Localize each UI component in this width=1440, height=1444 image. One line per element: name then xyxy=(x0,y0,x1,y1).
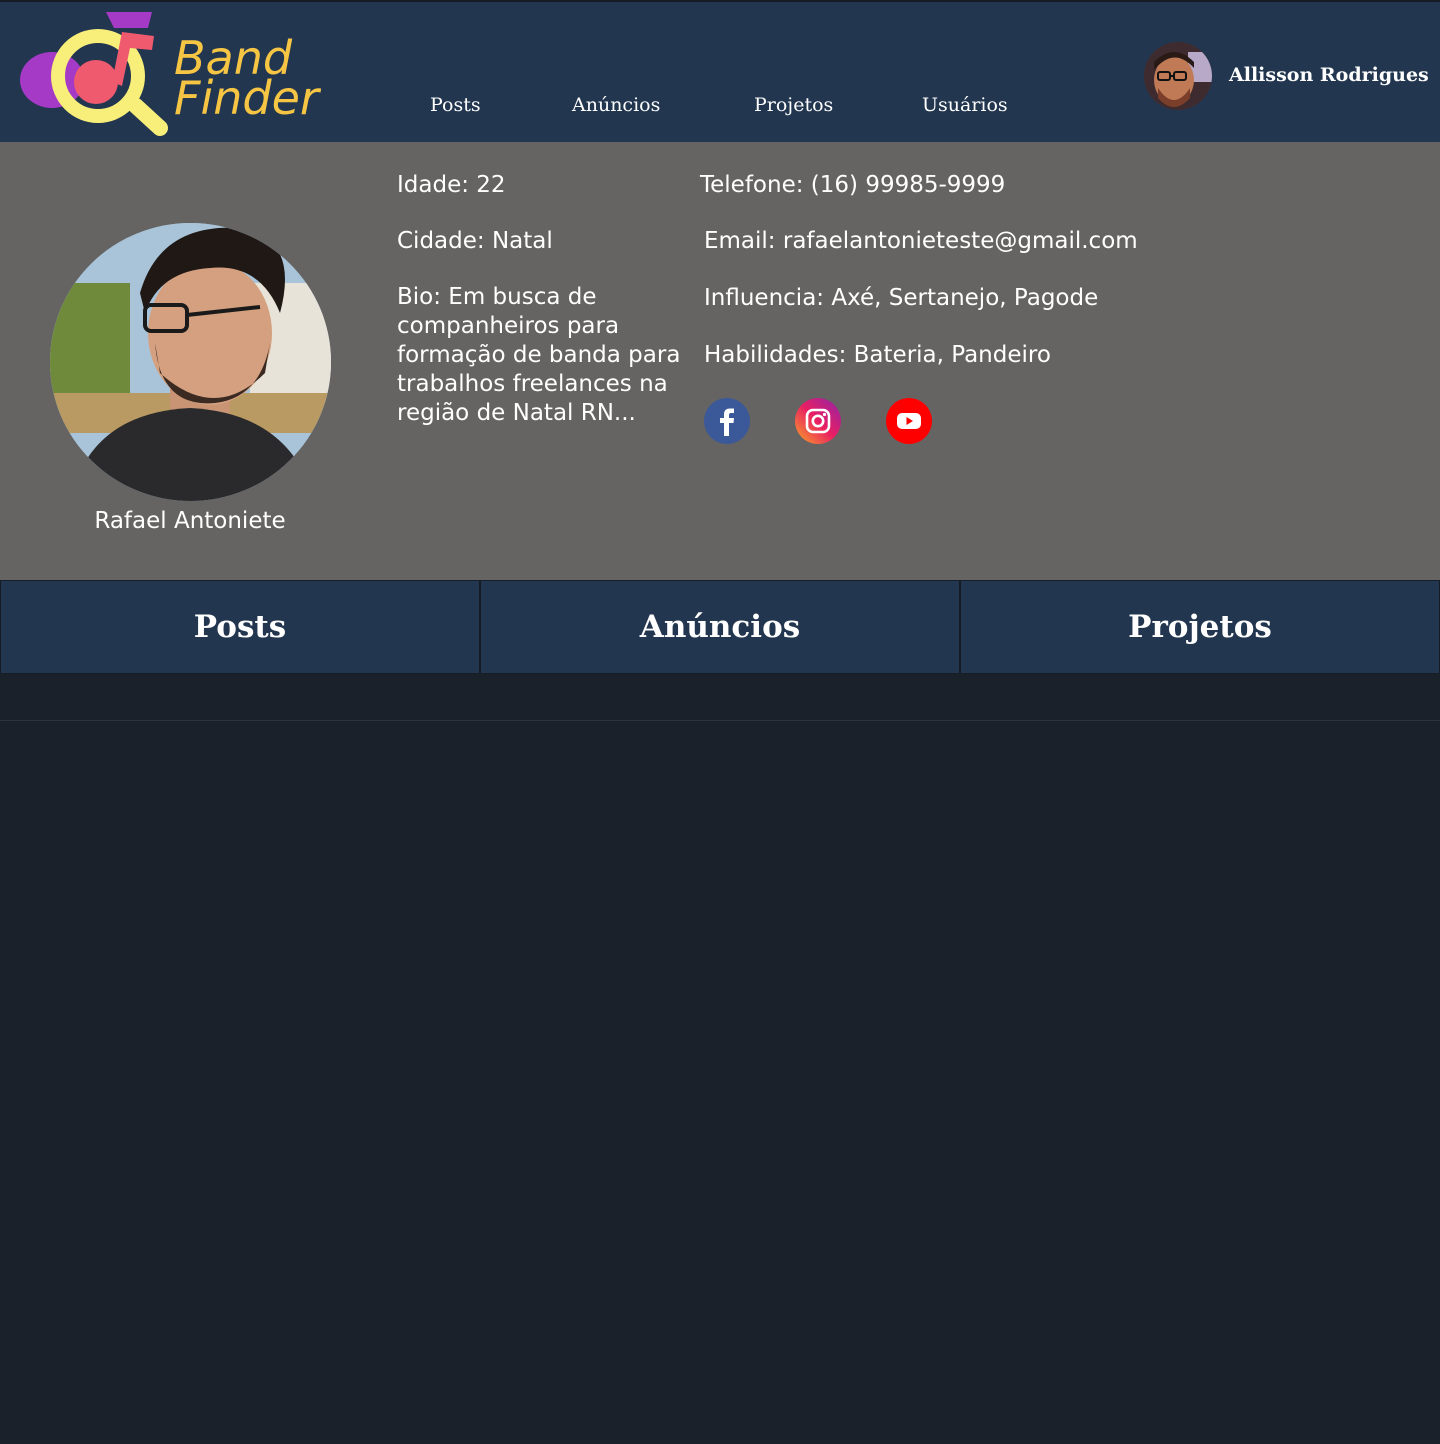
nav-projetos[interactable]: Projetos xyxy=(754,94,833,116)
tab-projetos[interactable]: Projetos xyxy=(960,580,1440,674)
profile-city: Cidade: Natal xyxy=(397,228,553,254)
logo-wordmark: Band Finder xyxy=(174,35,319,125)
user-avatar[interactable] xyxy=(1144,42,1212,110)
profile-name: Rafael Antoniete xyxy=(94,508,286,534)
band-finder-logo[interactable]: Band Finder xyxy=(18,10,319,140)
profile-bio: Bio: Em busca de companheiros para forma… xyxy=(397,284,681,426)
profile-skills: Habilidades: Bateria, Pandeiro xyxy=(704,342,1051,368)
content-divider xyxy=(0,720,1440,721)
logo-word-finder: Finder xyxy=(174,71,319,125)
tab-anuncios[interactable]: Anúncios xyxy=(480,580,960,674)
profile-email: Email: rafaelantonieteste@gmail.com xyxy=(704,228,1138,254)
nav-usuarios[interactable]: Usuários xyxy=(922,94,1008,116)
nav-anuncios[interactable]: Anúncios xyxy=(572,94,660,116)
youtube-icon[interactable] xyxy=(886,398,932,444)
nav-posts[interactable]: Posts xyxy=(430,94,481,116)
facebook-icon[interactable] xyxy=(704,398,750,444)
profile-influence: Influencia: Axé, Sertanejo, Pagode xyxy=(704,285,1099,311)
top-header: Band Finder Posts Anúncios Projetos Usuá… xyxy=(0,0,1440,142)
profile-section: Rafael Antoniete Idade: 22 Cidade: Natal… xyxy=(0,142,1440,580)
user-avatar-photo xyxy=(1144,42,1212,110)
profile-age: Idade: 22 xyxy=(397,172,506,198)
instagram-icon[interactable] xyxy=(795,398,841,444)
profile-tabs: Posts Anúncios Projetos xyxy=(0,580,1440,674)
user-name[interactable]: Allisson Rodrigues xyxy=(1229,64,1429,86)
profile-photo xyxy=(50,223,331,501)
tab-posts[interactable]: Posts xyxy=(0,580,480,674)
profile-phone: Telefone: (16) 99985-9999 xyxy=(700,172,1006,198)
profile-photo-image xyxy=(50,223,331,501)
